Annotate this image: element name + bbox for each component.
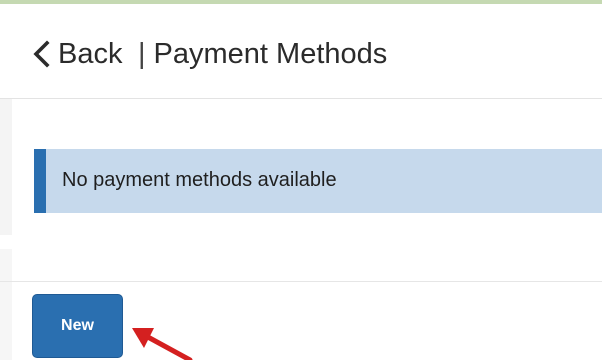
page-title: Payment Methods (153, 38, 388, 70)
action-footer: New (0, 249, 602, 360)
back-label[interactable]: Back (58, 34, 122, 74)
new-button[interactable]: New (32, 294, 123, 358)
alert-accent-bar (34, 149, 46, 213)
chevron-left-icon (33, 40, 50, 68)
header-separator: | (138, 38, 146, 70)
alert-message: No payment methods available (62, 169, 337, 191)
content-gutter (0, 99, 12, 235)
payment-methods-page: Back | Payment Methods No payment method… (0, 0, 602, 360)
section-gap (0, 235, 602, 249)
footer-divider (0, 281, 602, 282)
content-area: No payment methods available (0, 99, 602, 235)
header-title-group: | Payment Methods (130, 34, 387, 74)
red-arrow-icon (132, 328, 193, 360)
page-header: Back | Payment Methods (0, 4, 602, 99)
footer-gutter (0, 249, 12, 360)
back-link[interactable]: Back (30, 34, 122, 74)
info-alert: No payment methods available (34, 149, 602, 213)
